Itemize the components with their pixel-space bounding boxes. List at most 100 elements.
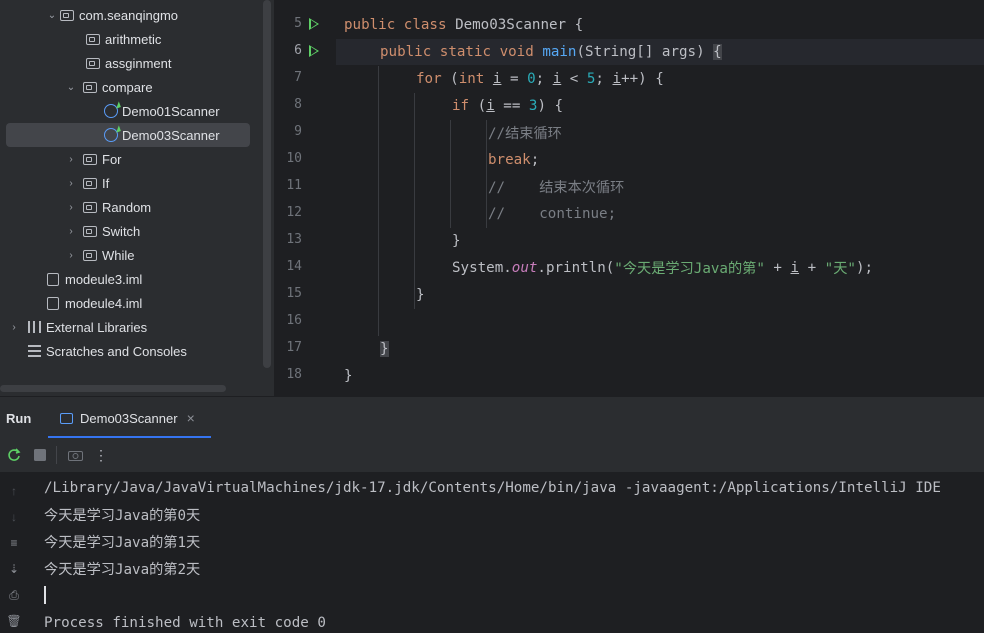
- tree-item-label: If: [102, 175, 110, 191]
- module-file-icon: [47, 272, 59, 286]
- line-number: 9: [294, 124, 302, 139]
- run-main-icon[interactable]: [309, 45, 319, 57]
- rerun-icon[interactable]: [6, 447, 22, 463]
- line-number: 7: [294, 70, 302, 85]
- trash-icon[interactable]: 🗑: [6, 614, 22, 628]
- tree-item-modeule4-iml[interactable]: modeule4.iml: [0, 291, 262, 315]
- indent-guide: [414, 93, 415, 309]
- keyword: public: [344, 16, 396, 33]
- tree-item-for[interactable]: › For: [0, 147, 262, 171]
- code-text: .println(: [537, 259, 615, 276]
- tree-item-assginment[interactable]: assginment: [0, 51, 262, 75]
- chevron-right-icon[interactable]: ›: [63, 202, 79, 213]
- code-line-12: // continue;: [488, 200, 616, 227]
- soft-wrap-icon[interactable]: ≡: [6, 536, 22, 550]
- code-text: +: [799, 259, 825, 276]
- line-number: 16: [286, 313, 302, 328]
- run-class-icon[interactable]: [309, 18, 319, 30]
- tree-item-arithmetic[interactable]: arithmetic: [0, 27, 262, 51]
- print-icon[interactable]: ⎙: [6, 588, 22, 602]
- code-text: =: [501, 70, 528, 87]
- java-class-icon: [104, 104, 118, 118]
- code-line-10: break;: [488, 146, 539, 173]
- run-config-icon: [60, 412, 73, 424]
- tree-item-demo03scanner[interactable]: Demo03Scanner: [6, 123, 250, 147]
- code-text: }: [344, 367, 353, 384]
- keyword: break: [488, 151, 531, 168]
- code-line-13: }: [452, 227, 461, 254]
- line-number: 18: [286, 367, 302, 382]
- keyword: int: [458, 70, 485, 87]
- code-editor[interactable]: 5 6 7 8 9 10 11 12 13 14 15 16 17 18 pub…: [276, 0, 984, 396]
- tree-item-label: Demo03Scanner: [122, 127, 220, 143]
- code-text: ++) {: [621, 70, 664, 87]
- tree-horizontal-scrollbar[interactable]: [0, 385, 226, 392]
- run-tab-demo03scanner[interactable]: Demo03Scanner ×: [48, 397, 211, 439]
- chevron-right-icon[interactable]: ›: [63, 154, 79, 165]
- chevron-down-icon[interactable]: ⌄: [63, 82, 79, 93]
- console-line: Process finished with exit code 0: [44, 614, 326, 631]
- code-line-9: //结束循环: [488, 119, 562, 146]
- tree-item-label: While: [102, 247, 135, 263]
- tree-item-label: Demo01Scanner: [122, 103, 220, 119]
- code-line-15: }: [416, 281, 425, 308]
- tree-item-demo01scanner[interactable]: Demo01Scanner: [0, 99, 262, 123]
- arrow-up-icon[interactable]: ↑: [6, 484, 22, 498]
- run-tool-window-header: Run Demo03Scanner ×: [0, 396, 984, 439]
- line-number: 14: [286, 259, 302, 274]
- number: 5: [586, 70, 596, 87]
- code-line-17: }: [380, 335, 389, 362]
- tree-item-label: modeule3.iml: [65, 271, 143, 287]
- run-tab-label: Demo03Scanner: [80, 410, 178, 426]
- tree-item-label: Scratches and Consoles: [46, 343, 187, 359]
- package-icon: [86, 33, 100, 45]
- tree-item-while[interactable]: › While: [0, 243, 262, 267]
- keyword: for: [416, 70, 442, 87]
- keyword: void: [499, 43, 534, 60]
- package-icon: [83, 201, 97, 213]
- chevron-down-icon[interactable]: ⌄: [44, 10, 60, 21]
- more-options-icon[interactable]: ⋮: [93, 447, 109, 463]
- tree-item-external-libraries[interactable]: › External Libraries: [0, 315, 262, 339]
- stop-icon[interactable]: [32, 447, 48, 463]
- tree-item-switch[interactable]: › Switch: [0, 219, 262, 243]
- tree-item-random[interactable]: › Random: [0, 195, 262, 219]
- chevron-right-icon[interactable]: ›: [63, 250, 79, 261]
- code-text: System.: [452, 259, 512, 276]
- tree-item-modeule3-iml[interactable]: modeule3.iml: [0, 267, 262, 291]
- tree-item-compare[interactable]: ⌄ compare: [0, 75, 262, 99]
- console-line: 今天是学习Java的第2天: [44, 561, 201, 578]
- code-text: (: [469, 97, 487, 114]
- tree-vertical-scrollbar[interactable]: [263, 0, 271, 368]
- chevron-right-icon[interactable]: ›: [63, 226, 79, 237]
- chevron-right-icon[interactable]: ›: [6, 322, 22, 333]
- console-line: 今天是学习Java的第0天: [44, 507, 201, 524]
- number: 0: [527, 70, 536, 87]
- code-text: ) {: [537, 97, 564, 114]
- package-icon: [83, 249, 97, 261]
- tree-item-com-seanqingmo[interactable]: ⌄ com.seanqingmo: [0, 3, 262, 27]
- tree-item-label: arithmetic: [105, 31, 162, 47]
- variable: i: [612, 70, 622, 87]
- scroll-to-end-icon[interactable]: ⇣: [6, 562, 22, 576]
- console-output[interactable]: ↑ ↓ ≡ ⇣ ⎙ 🗑 /Library/Java/JavaVirtualMac…: [0, 472, 984, 633]
- tree-item-scratches[interactable]: Scratches and Consoles: [0, 339, 262, 363]
- code-line-7: for (int i = 0; i < 5; i ++) {: [416, 65, 664, 92]
- keyword: public: [380, 43, 432, 60]
- console-side-toolbar: ↑ ↓ ≡ ⇣ ⎙ 🗑: [0, 472, 30, 633]
- camera-icon[interactable]: [67, 447, 83, 463]
- line-number: 17: [286, 340, 302, 355]
- package-icon: [83, 225, 97, 237]
- tree-item-label: com.seanqingmo: [79, 7, 178, 23]
- arrow-down-icon[interactable]: ↓: [6, 510, 22, 524]
- chevron-right-icon[interactable]: ›: [63, 178, 79, 189]
- tree-item-if[interactable]: › If: [0, 171, 262, 195]
- close-icon[interactable]: ×: [187, 410, 195, 426]
- code-text: +: [764, 259, 791, 276]
- comment: // continue;: [488, 205, 617, 222]
- string-literal: "天": [824, 260, 856, 277]
- package-icon: [83, 81, 97, 93]
- package-icon: [83, 177, 97, 189]
- indent-guide: [486, 120, 487, 228]
